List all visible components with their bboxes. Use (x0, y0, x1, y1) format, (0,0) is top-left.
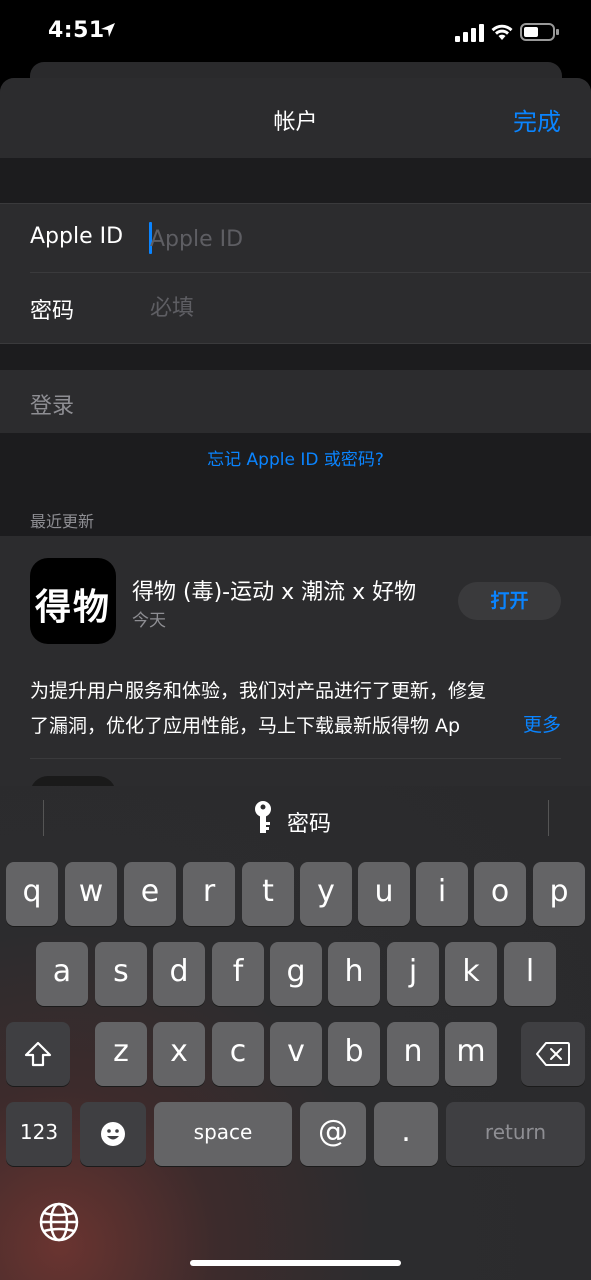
key-d[interactable]: d (153, 942, 205, 1006)
password-label: 密码 (30, 299, 75, 324)
password-suggestion[interactable]: 密码 (287, 806, 331, 838)
delete-key[interactable] (521, 1022, 585, 1086)
key-g[interactable]: g (270, 942, 322, 1006)
wifi-icon (491, 24, 513, 40)
key-h[interactable]: h (328, 942, 380, 1006)
update-notes-line: 了漏洞，优化了应用性能，马上下载最新版得物 Ap (30, 715, 461, 737)
more-link[interactable]: 更多 (514, 710, 561, 737)
space-key[interactable]: space (154, 1102, 292, 1166)
keyboard: 密码 q w e r t y u i o p a s d f g h j k l… (0, 786, 591, 1280)
recent-updates-header: 最近更新 (30, 512, 95, 531)
key-icon (255, 801, 271, 833)
key-c[interactable]: c (212, 1022, 264, 1086)
key-i[interactable]: i (416, 862, 468, 926)
key-k[interactable]: k (445, 942, 497, 1006)
key-at[interactable]: @ (300, 1102, 366, 1166)
account-sheet: 帐户 完成 Apple ID 密码 登录 忘记 Apple ID 或密码? 最近… (0, 78, 591, 798)
password-input[interactable] (150, 291, 550, 325)
open-button[interactable]: 打开 (458, 582, 561, 620)
key-dot[interactable]: . (374, 1102, 438, 1166)
login-form: Apple ID 密码 (0, 203, 591, 344)
key-n[interactable]: n (387, 1022, 439, 1086)
cellular-signal-icon (455, 24, 484, 42)
recent-update-item: 得物 得物 (毒)-运动 x 潮流 x 好物 今天 打开 为提升用户服务和体验，… (0, 536, 591, 798)
key-b[interactable]: b (328, 1022, 380, 1086)
app-name: 得物 (毒)-运动 x 潮流 x 好物 (132, 580, 417, 605)
key-p[interactable]: p (533, 862, 585, 926)
shift-key[interactable] (6, 1022, 70, 1086)
keyboard-suggestion-bar: 密码 (0, 786, 591, 856)
nav-bar: 帐户 完成 (0, 78, 591, 158)
divider (548, 800, 549, 836)
apple-id-input[interactable] (150, 222, 550, 256)
key-x[interactable]: x (153, 1022, 205, 1086)
key-l[interactable]: l (504, 942, 556, 1006)
divider (43, 800, 44, 836)
battery-icon (520, 23, 559, 41)
status-time: 4:51 (48, 18, 105, 43)
key-m[interactable]: m (445, 1022, 497, 1086)
location-arrow-icon (101, 23, 115, 37)
home-indicator[interactable] (190, 1260, 401, 1266)
key-f[interactable]: f (212, 942, 264, 1006)
key-r[interactable]: r (183, 862, 235, 926)
key-a[interactable]: a (36, 942, 88, 1006)
shift-icon (24, 1041, 52, 1067)
key-z[interactable]: z (95, 1022, 147, 1086)
update-notes-line: 为提升用户服务和体验，我们对产品进行了更新，修复 (30, 680, 487, 702)
emoji-icon (101, 1122, 125, 1146)
update-notes: 为提升用户服务和体验，我们对产品进行了更新，修复 了漏洞，优化了应用性能，马上下… (30, 674, 560, 744)
globe-icon[interactable] (38, 1201, 80, 1243)
key-o[interactable]: o (474, 862, 526, 926)
key-w[interactable]: w (65, 862, 117, 926)
apple-id-label: Apple ID (30, 224, 124, 249)
return-key[interactable]: return (446, 1102, 585, 1166)
key-y[interactable]: y (300, 862, 352, 926)
emoji-key[interactable] (80, 1102, 146, 1166)
forgot-password-link[interactable]: 忘记 Apple ID 或密码? (0, 445, 591, 470)
numbers-key[interactable]: 123 (6, 1102, 72, 1166)
key-t[interactable]: t (242, 862, 294, 926)
apple-id-row: Apple ID (0, 204, 591, 273)
item-divider (30, 758, 561, 759)
signin-button[interactable]: 登录 (30, 388, 74, 420)
password-row: 密码 (0, 273, 591, 342)
app-update-date: 今天 (132, 611, 166, 631)
key-s[interactable]: s (95, 942, 147, 1006)
backspace-icon (536, 1042, 570, 1066)
status-bar: 4:51 (0, 0, 591, 64)
key-j[interactable]: j (387, 942, 439, 1006)
signin-group: 登录 (0, 370, 591, 433)
done-button[interactable]: 完成 (513, 102, 561, 137)
key-q[interactable]: q (6, 862, 58, 926)
app-icon-logo: 得物 (34, 587, 111, 628)
page-title: 帐户 (273, 110, 318, 135)
key-e[interactable]: e (124, 862, 176, 926)
app-icon[interactable]: 得物 (30, 558, 116, 644)
key-u[interactable]: u (358, 862, 410, 926)
key-v[interactable]: v (270, 1022, 322, 1086)
